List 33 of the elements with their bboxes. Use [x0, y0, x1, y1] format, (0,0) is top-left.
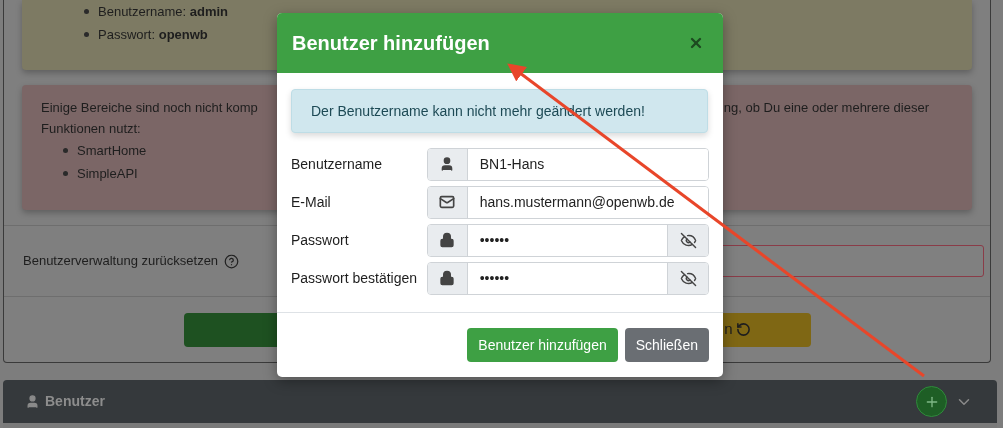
undo-icon: [735, 322, 751, 337]
eye-off-icon[interactable]: [679, 231, 697, 249]
user-icon: [25, 394, 40, 409]
bullet-icon: [84, 9, 89, 14]
field-label: Benutzername: [291, 154, 384, 174]
field-label: E-Mail: [291, 192, 332, 212]
input-group[interactable]: hans.mustermann@openwb.de: [426, 185, 709, 219]
bullet-icon: [63, 171, 68, 176]
panel-title: Benutzer: [45, 392, 105, 411]
dialog-title: Benutzer hinzufügen: [292, 31, 490, 56]
lock-icon: [439, 232, 456, 248]
close-button[interactable]: Schließen: [624, 328, 709, 362]
credential-text: Passwort: openwb: [98, 25, 208, 44]
lock-icon: [439, 270, 456, 286]
input-group[interactable]: BN1-Hans: [426, 147, 709, 181]
feature-item: SimpleAPI: [77, 164, 138, 183]
envelope-icon: [439, 194, 456, 210]
field-label: Passwort bestätigen: [291, 268, 419, 288]
notice-text: ng, ob Du eine oder mehrere dieser: [723, 98, 929, 117]
credential-text: Benutzername: admin: [98, 2, 229, 21]
add-button[interactable]: [916, 386, 947, 417]
notice-text: Einige Bereiche sind noch nicht komp: [41, 98, 258, 117]
reset-label: Benutzerverwaltung zurücksetzen: [23, 252, 219, 271]
bullet-icon: [84, 32, 89, 37]
eye-off-icon[interactable]: [679, 269, 697, 287]
help-icon[interactable]: [224, 253, 240, 269]
input-group[interactable]: ••••••: [426, 223, 709, 257]
bullet-icon: [63, 148, 68, 153]
notice-text: Funktionen nutzt:: [41, 119, 141, 138]
close-icon[interactable]: [688, 35, 704, 51]
feature-item: SmartHome: [77, 141, 147, 160]
input-group[interactable]: ••••••: [426, 261, 709, 295]
field-label: Passwort: [291, 230, 350, 250]
